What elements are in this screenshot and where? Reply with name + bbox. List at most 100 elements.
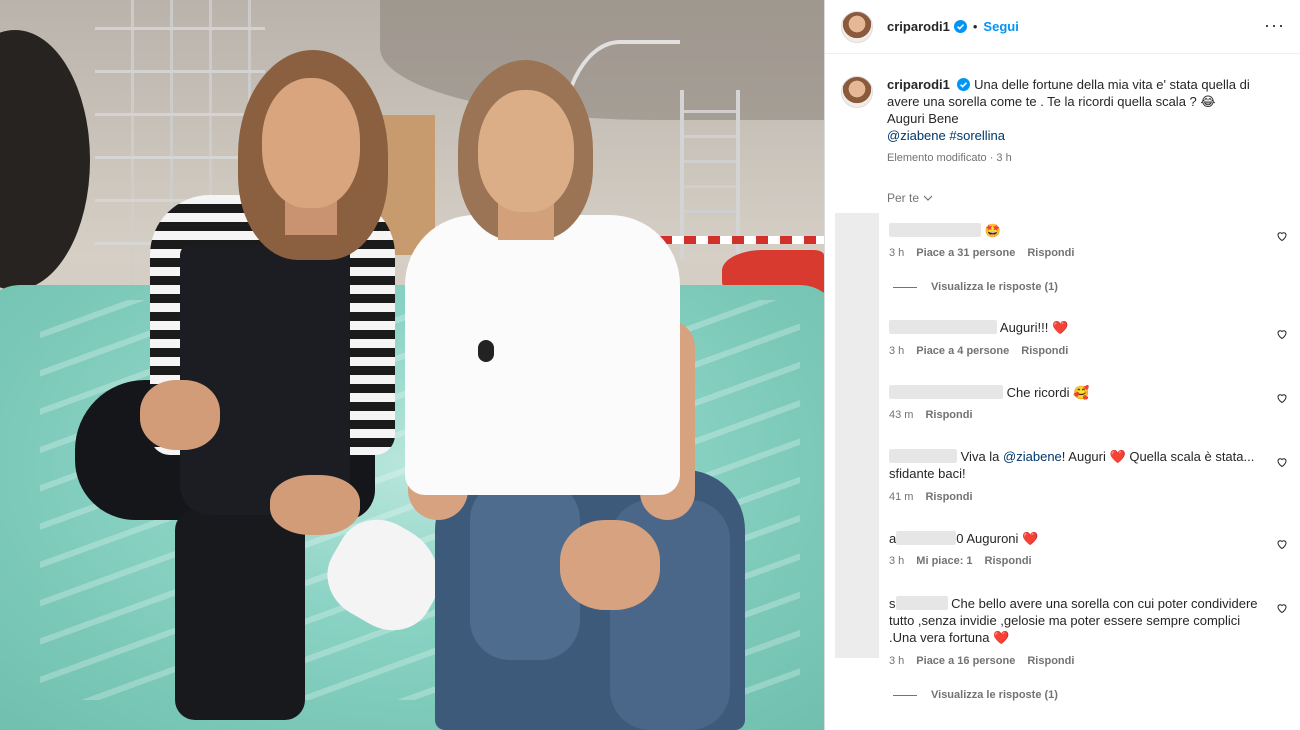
post-caption: criparodi1 Una delle fortune della mia v… (841, 76, 1281, 167)
reply-button[interactable]: Rispondi (1021, 345, 1068, 357)
comment-text: Auguroni (966, 531, 1019, 546)
caption-username[interactable]: criparodi1 (887, 77, 950, 92)
header-separator: • (972, 19, 978, 34)
follow-button[interactable]: Segui (983, 19, 1018, 34)
sort-dropdown[interactable]: Per te (887, 191, 933, 205)
edited-meta: Elemento modificato · 3 h (887, 152, 1012, 164)
comment-likes[interactable]: Mi piace: 1 (916, 555, 972, 567)
like-heart-icon[interactable] (1276, 602, 1288, 614)
reply-button[interactable]: Rispondi (1027, 247, 1074, 259)
woman-right-hands (560, 520, 660, 610)
instagram-post-view: criparodi1 • Segui ··· criparodi1 Una de… (0, 0, 1300, 730)
background-tape (660, 236, 824, 244)
redacted-username (895, 596, 948, 610)
comment-meta: 43 m Rispondi (889, 409, 973, 421)
reply-button[interactable]: Rispondi (1027, 655, 1074, 667)
caption-body: criparodi1 Una delle fortune della mia v… (887, 76, 1267, 167)
red-heart-emoji-icon: ❤️ (1109, 449, 1126, 464)
comment-time: 3 h (889, 247, 905, 259)
comment-meta: 3 h Piace a 31 persone Rispondi (889, 247, 1074, 259)
replies-divider (893, 694, 917, 696)
smiling-hearts-emoji-icon: 🥰 (1073, 385, 1090, 400)
caption-tags: @ziabene #sorellina (887, 127, 1267, 144)
background-dark-panel (0, 30, 90, 290)
comment-time: 3 h (889, 655, 905, 667)
author-username[interactable]: criparodi1 (887, 19, 950, 34)
view-replies-button[interactable]: Visualizza le risposte (1) (893, 281, 1058, 293)
comment-item: a 0 Auguroni ❤️ (889, 530, 1279, 547)
mention-link[interactable]: @ziabene (1003, 449, 1062, 464)
comment-item: Auguri!!! ❤️ (889, 319, 1279, 336)
like-heart-icon[interactable] (1276, 538, 1288, 550)
reply-button[interactable]: Rispondi (985, 555, 1032, 567)
comment-likes[interactable]: Piace a 31 persone (916, 247, 1015, 259)
woman-left-shin (175, 510, 305, 720)
comment-time: 43 m (889, 409, 914, 421)
red-heart-emoji-icon: ❤️ (993, 630, 1010, 645)
comment-meta: 3 h Mi piace: 1 Rispondi (889, 555, 1032, 567)
chevron-down-icon (923, 195, 933, 201)
post-side-panel: criparodi1 • Segui ··· criparodi1 Una de… (824, 0, 1300, 730)
view-replies-label: Visualizza le risposte (1) (931, 689, 1058, 701)
woman-right-white-shirt (405, 215, 680, 495)
redacted-username (889, 223, 981, 237)
woman-left-face (262, 78, 360, 208)
red-heart-emoji-icon: ❤️ (1051, 320, 1069, 335)
red-heart-emoji-icon: ❤️ (1022, 531, 1039, 546)
author-avatar[interactable] (841, 10, 873, 43)
like-heart-icon[interactable] (1276, 328, 1288, 340)
username-prefix: s (889, 596, 896, 611)
reply-button[interactable]: Rispondi (925, 491, 972, 503)
laughing-emoji-icon: 😂 (1200, 94, 1216, 109)
verified-badge-icon (957, 78, 971, 91)
view-replies-button[interactable]: Visualizza le risposte (1) (893, 689, 1058, 701)
caption-line-2: Auguri Bene (887, 111, 959, 126)
comment-likes[interactable]: Piace a 16 persone (916, 655, 1015, 667)
comment-time: 3 h (889, 555, 905, 567)
comment-text: Viva la (960, 449, 1000, 464)
mention-link[interactable]: @ziabene (887, 128, 946, 143)
comment-meta: 3 h Piace a 4 persone Rispondi (889, 345, 1068, 357)
hashtag-link[interactable]: #sorellina (949, 128, 1005, 143)
comment-item: Viva la @ziabene! Auguri ❤️ Quella scala… (889, 448, 1279, 482)
comment-text-line-3-wrap: .Una vera fortuna ❤️ (889, 629, 1279, 646)
comment-time: 3 h (889, 345, 905, 357)
comment-text: Auguri!!! (999, 320, 1049, 335)
view-replies-label: Visualizza le risposte (1) (931, 281, 1058, 293)
comment-time: 41 m (889, 491, 914, 503)
comment-text: ! Auguri (1061, 449, 1106, 464)
blurred-avatars-column (835, 213, 879, 658)
replies-divider (893, 286, 917, 288)
comment-text: Che bello avere una sorella con cui pote… (951, 596, 1258, 611)
star-struck-emoji-icon: 🤩 (984, 223, 1001, 238)
woman-right-face (478, 90, 574, 212)
more-options-icon[interactable]: ··· (1264, 16, 1285, 34)
comment-meta: 3 h Piace a 16 persone Rispondi (889, 655, 1074, 667)
background-ladder (680, 90, 740, 260)
woman-left-hand (140, 380, 220, 450)
comment-meta: 41 m Rispondi (889, 491, 973, 503)
like-heart-icon[interactable] (1276, 230, 1288, 242)
sort-label: Per te (887, 191, 920, 205)
post-photo[interactable] (0, 0, 824, 730)
like-heart-icon[interactable] (1276, 456, 1288, 468)
redacted-username (889, 449, 957, 463)
comment-text-line-2: tutto ,senza invidie ,gelosie ma poter e… (889, 613, 1241, 628)
woman-left-hands-knee (270, 475, 360, 535)
username-prefix: a (889, 531, 897, 546)
lavalier-mic (478, 340, 494, 362)
like-heart-icon[interactable] (1276, 392, 1288, 404)
username-suffix: 0 (956, 531, 964, 546)
verified-badge-icon (953, 20, 967, 33)
post-header: criparodi1 • Segui ··· (825, 0, 1300, 54)
caption-avatar[interactable] (841, 76, 873, 108)
comment-text-line-3: .Una vera fortuna (889, 630, 990, 645)
comment-text-tail: Quella scala è stata... (1129, 449, 1255, 464)
comment-text-line-2: sfidante baci! (889, 466, 966, 481)
redacted-username (889, 320, 997, 334)
comment-likes[interactable]: Piace a 4 persone (916, 345, 1009, 357)
redacted-username (889, 385, 1003, 399)
comment-item: Che ricordi 🥰 (889, 384, 1279, 401)
redacted-username (896, 531, 957, 545)
reply-button[interactable]: Rispondi (925, 409, 972, 421)
